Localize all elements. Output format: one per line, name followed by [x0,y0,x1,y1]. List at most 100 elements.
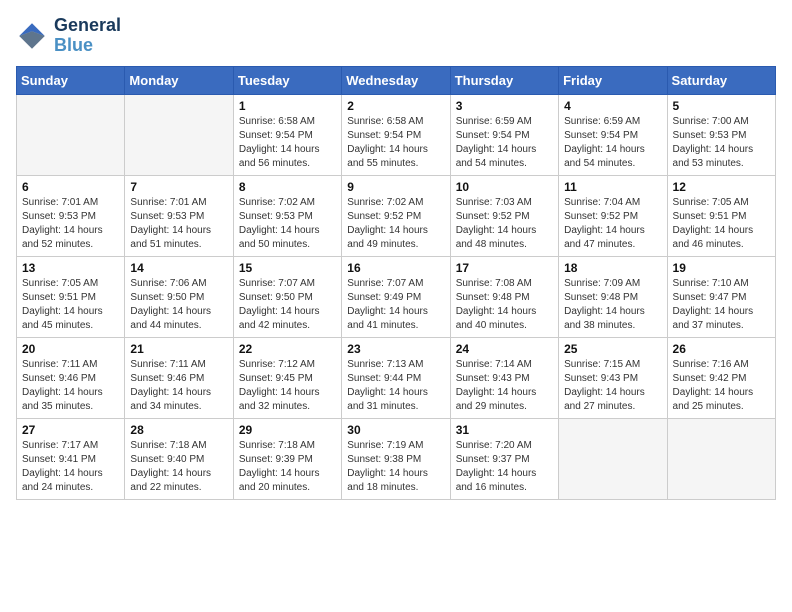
day-number: 18 [564,261,661,275]
day-number: 14 [130,261,227,275]
day-number: 30 [347,423,444,437]
day-number: 8 [239,180,336,194]
day-number: 24 [456,342,553,356]
day-info: Sunrise: 7:04 AMSunset: 9:52 PMDaylight:… [564,196,661,252]
day-info: Sunrise: 7:05 AMSunset: 9:51 PMDaylight:… [673,196,770,252]
calendar-cell: 2 Sunrise: 6:58 AMSunset: 9:54 PMDaylight… [342,94,450,175]
day-info: Sunrise: 7:06 AMSunset: 9:50 PMDaylight:… [130,277,227,333]
calendar-cell: 27 Sunrise: 7:17 AMSunset: 9:41 PMDayligh… [17,418,125,499]
day-info: Sunrise: 7:01 AMSunset: 9:53 PMDaylight:… [22,196,119,252]
day-number: 10 [456,180,553,194]
calendar-week-4: 20 Sunrise: 7:11 AMSunset: 9:46 PMDayligh… [17,337,776,418]
day-number: 4 [564,99,661,113]
calendar-cell: 1Sunrise: 6:58 AMSunset: 9:54 PMDaylight… [233,94,341,175]
day-info: Sunrise: 7:18 AMSunset: 9:40 PMDaylight:… [130,439,227,495]
calendar-cell: 11 Sunrise: 7:04 AMSunset: 9:52 PMDayligh… [559,175,667,256]
day-info: Sunrise: 7:17 AMSunset: 9:41 PMDaylight:… [22,439,119,495]
day-info: Sunrise: 7:16 AMSunset: 9:42 PMDaylight:… [673,358,770,414]
day-number: 2 [347,99,444,113]
logo-icon [16,20,48,52]
day-number: 27 [22,423,119,437]
calendar-cell: 31 Sunrise: 7:20 AMSunset: 9:37 PMDayligh… [450,418,558,499]
calendar-cell: 12 Sunrise: 7:05 AMSunset: 9:51 PMDayligh… [667,175,775,256]
day-info: Sunrise: 7:08 AMSunset: 9:48 PMDaylight:… [456,277,553,333]
day-number: 17 [456,261,553,275]
calendar-week-5: 27 Sunrise: 7:17 AMSunset: 9:41 PMDayligh… [17,418,776,499]
day-info: Sunrise: 7:00 AMSunset: 9:53 PMDaylight:… [673,115,770,171]
calendar-week-3: 13 Sunrise: 7:05 AMSunset: 9:51 PMDayligh… [17,256,776,337]
logo: General Blue [16,16,121,56]
calendar-cell: 26 Sunrise: 7:16 AMSunset: 9:42 PMDayligh… [667,337,775,418]
day-number: 9 [347,180,444,194]
day-info: Sunrise: 6:58 AMSunset: 9:54 PMDaylight:… [239,115,336,171]
calendar-table: SundayMondayTuesdayWednesdayThursdayFrid… [16,66,776,500]
day-number: 15 [239,261,336,275]
day-number: 23 [347,342,444,356]
day-number: 29 [239,423,336,437]
calendar-cell: 30Sunrise: 7:19 AMSunset: 9:38 PMDayligh… [342,418,450,499]
calendar-cell: 14 Sunrise: 7:06 AMSunset: 9:50 PMDayligh… [125,256,233,337]
day-number: 31 [456,423,553,437]
calendar-cell: 3 Sunrise: 6:59 AMSunset: 9:54 PMDaylight… [450,94,558,175]
logo-text: General Blue [54,16,121,56]
calendar-cell: 25 Sunrise: 7:15 AMSunset: 9:43 PMDayligh… [559,337,667,418]
calendar-cell: 15 Sunrise: 7:07 AMSunset: 9:50 PMDayligh… [233,256,341,337]
day-info: Sunrise: 6:58 AMSunset: 9:54 PMDaylight:… [347,115,444,171]
calendar-cell: 20 Sunrise: 7:11 AMSunset: 9:46 PMDayligh… [17,337,125,418]
day-number: 19 [673,261,770,275]
calendar-cell [125,94,233,175]
day-number: 7 [130,180,227,194]
day-info: Sunrise: 7:02 AMSunset: 9:52 PMDaylight:… [347,196,444,252]
day-number: 20 [22,342,119,356]
day-number: 11 [564,180,661,194]
day-info: Sunrise: 7:05 AMSunset: 9:51 PMDaylight:… [22,277,119,333]
calendar-cell: 23 Sunrise: 7:13 AMSunset: 9:44 PMDayligh… [342,337,450,418]
day-info: Sunrise: 7:03 AMSunset: 9:52 PMDaylight:… [456,196,553,252]
day-number: 12 [673,180,770,194]
calendar-cell: 4Sunrise: 6:59 AMSunset: 9:54 PMDaylight… [559,94,667,175]
calendar-cell [17,94,125,175]
weekday-header-sunday: Sunday [17,66,125,94]
calendar-cell [667,418,775,499]
day-info: Sunrise: 7:13 AMSunset: 9:44 PMDaylight:… [347,358,444,414]
calendar-cell: 10 Sunrise: 7:03 AMSunset: 9:52 PMDayligh… [450,175,558,256]
day-info: Sunrise: 7:10 AMSunset: 9:47 PMDaylight:… [673,277,770,333]
day-info: Sunrise: 7:18 AMSunset: 9:39 PMDaylight:… [239,439,336,495]
day-info: Sunrise: 6:59 AMSunset: 9:54 PMDaylight:… [456,115,553,171]
day-info: Sunrise: 7:11 AMSunset: 9:46 PMDaylight:… [22,358,119,414]
calendar-cell: 29 Sunrise: 7:18 AMSunset: 9:39 PMDayligh… [233,418,341,499]
calendar-cell: 9 Sunrise: 7:02 AMSunset: 9:52 PMDaylight… [342,175,450,256]
day-number: 13 [22,261,119,275]
weekday-header-wednesday: Wednesday [342,66,450,94]
page-header: General Blue [16,16,776,56]
weekday-header-row: SundayMondayTuesdayWednesdayThursdayFrid… [17,66,776,94]
calendar-cell: 21 Sunrise: 7:11 AMSunset: 9:46 PMDayligh… [125,337,233,418]
day-number: 3 [456,99,553,113]
day-info: Sunrise: 7:02 AMSunset: 9:53 PMDaylight:… [239,196,336,252]
day-number: 22 [239,342,336,356]
day-number: 21 [130,342,227,356]
calendar-cell: 24Sunrise: 7:14 AMSunset: 9:43 PMDayligh… [450,337,558,418]
calendar-cell: 5 Sunrise: 7:00 AMSunset: 9:53 PMDaylight… [667,94,775,175]
weekday-header-friday: Friday [559,66,667,94]
day-info: Sunrise: 7:01 AMSunset: 9:53 PMDaylight:… [130,196,227,252]
calendar-cell [559,418,667,499]
calendar-cell: 19 Sunrise: 7:10 AMSunset: 9:47 PMDayligh… [667,256,775,337]
day-info: Sunrise: 7:07 AMSunset: 9:50 PMDaylight:… [239,277,336,333]
calendar-cell: 22 Sunrise: 7:12 AMSunset: 9:45 PMDayligh… [233,337,341,418]
day-info: Sunrise: 7:20 AMSunset: 9:37 PMDaylight:… [456,439,553,495]
day-number: 5 [673,99,770,113]
calendar-cell: 13 Sunrise: 7:05 AMSunset: 9:51 PMDayligh… [17,256,125,337]
weekday-header-saturday: Saturday [667,66,775,94]
day-info: Sunrise: 7:15 AMSunset: 9:43 PMDaylight:… [564,358,661,414]
day-number: 16 [347,261,444,275]
day-info: Sunrise: 7:11 AMSunset: 9:46 PMDaylight:… [130,358,227,414]
calendar-cell: 7 Sunrise: 7:01 AMSunset: 9:53 PMDaylight… [125,175,233,256]
day-info: Sunrise: 7:12 AMSunset: 9:45 PMDaylight:… [239,358,336,414]
weekday-header-tuesday: Tuesday [233,66,341,94]
day-number: 26 [673,342,770,356]
day-info: Sunrise: 7:09 AMSunset: 9:48 PMDaylight:… [564,277,661,333]
calendar-cell: 28Sunrise: 7:18 AMSunset: 9:40 PMDayligh… [125,418,233,499]
day-number: 25 [564,342,661,356]
weekday-header-thursday: Thursday [450,66,558,94]
